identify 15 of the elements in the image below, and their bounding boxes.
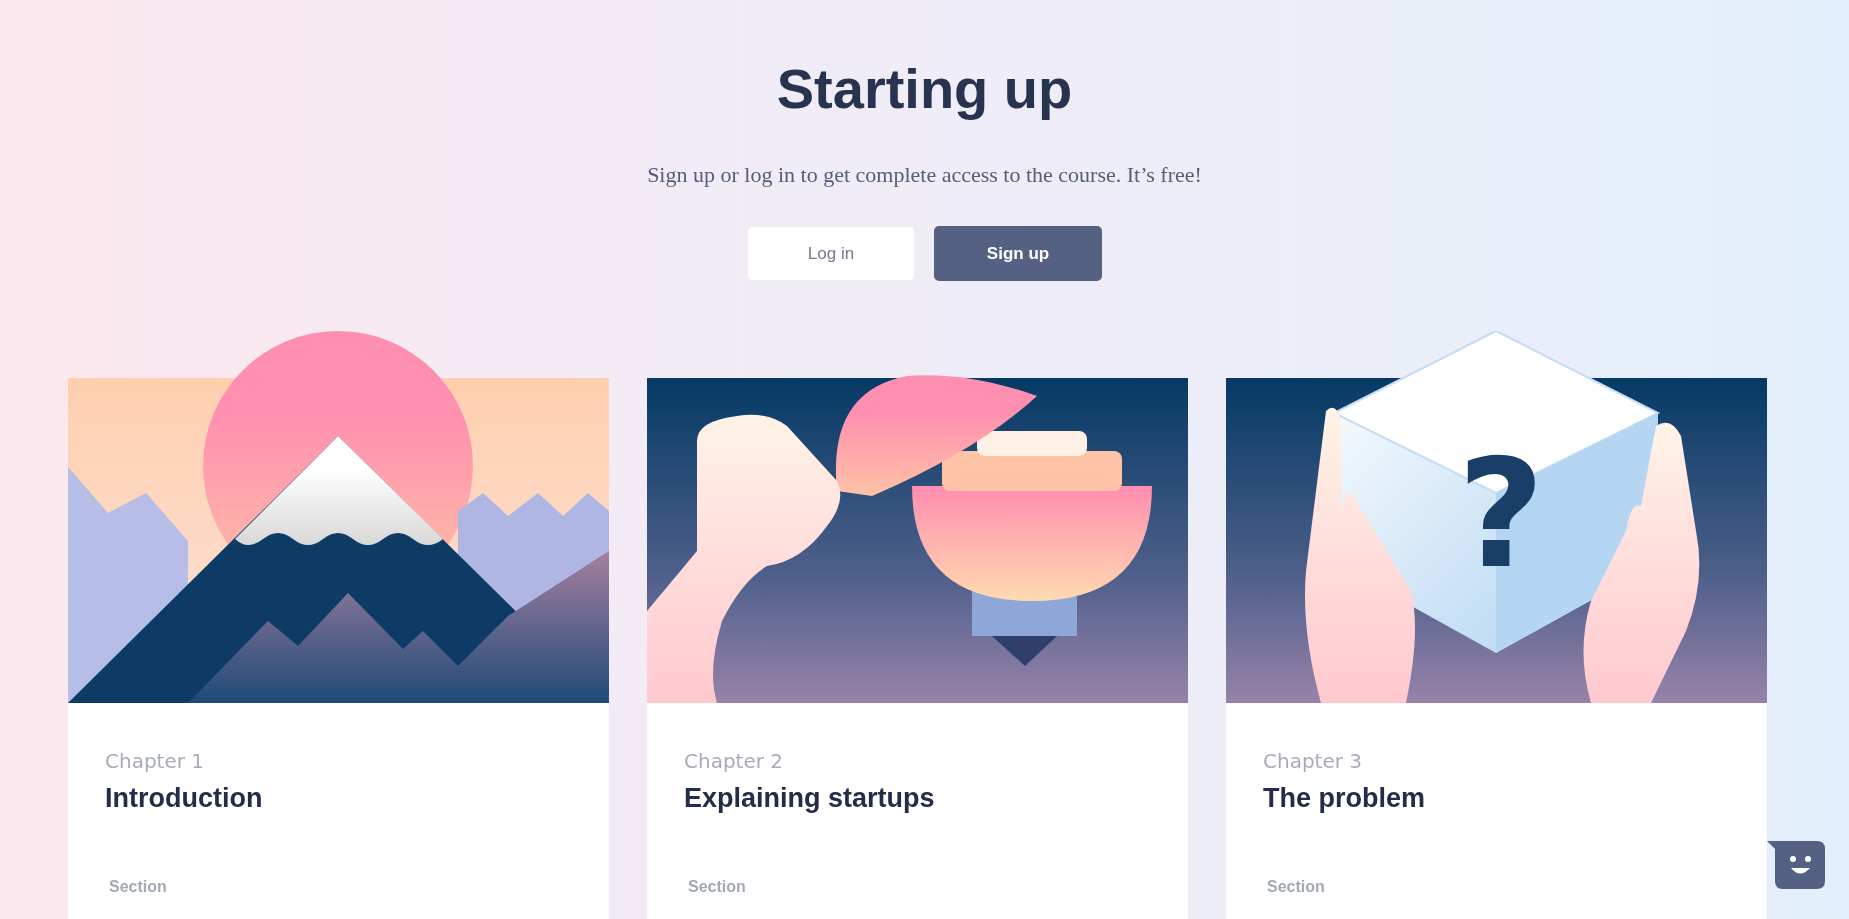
section-label: Section bbox=[687, 878, 747, 896]
chat-bubble-icon[interactable] bbox=[1767, 841, 1825, 889]
page-subtitle: Sign up or log in to get complete access to the course. It’s free! bbox=[647, 162, 1202, 188]
chapter-number: Chapter 2 bbox=[684, 749, 785, 773]
page-title: Starting up bbox=[776, 56, 1073, 122]
chapter-number: Chapter 3 bbox=[1263, 749, 1364, 773]
log-in-button[interactable]: Log in bbox=[747, 226, 915, 281]
question-mark: ? bbox=[1457, 427, 1545, 601]
chapter-title[interactable]: Introduction bbox=[105, 783, 572, 814]
chapter-number: Chapter 1 bbox=[105, 749, 206, 773]
section-label: Section bbox=[1266, 878, 1326, 896]
section-label: Section bbox=[108, 878, 168, 896]
sign-up-button[interactable]: Sign up bbox=[934, 226, 1102, 281]
chapter-title[interactable]: The problem bbox=[1263, 783, 1730, 814]
chapter-title[interactable]: Explaining startups bbox=[684, 783, 1151, 814]
